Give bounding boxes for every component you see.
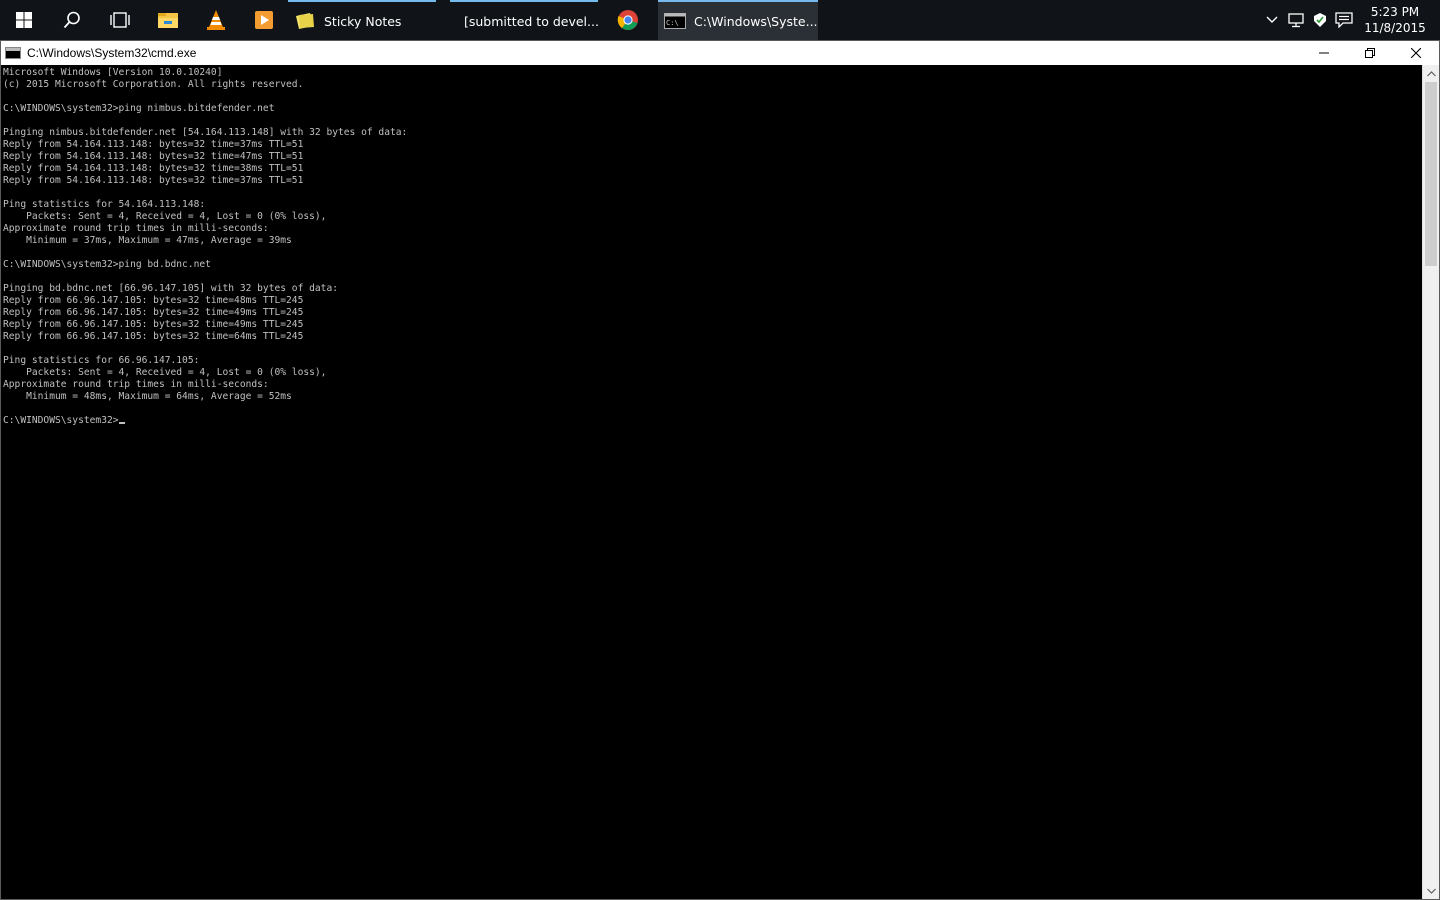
scroll-thumb[interactable] [1425, 82, 1437, 266]
windows-logo-icon [16, 12, 32, 28]
taskbar-app-label: [submitted to devel... [464, 13, 598, 29]
chevron-up-icon [1426, 70, 1436, 76]
cmd-window-icon[interactable] [5, 47, 21, 59]
text-cursor [118, 422, 125, 424]
chrome-icon [617, 10, 638, 30]
console-line: Reply from 66.96.147.105: bytes=32 time=… [3, 319, 304, 330]
notifications-icon [1335, 12, 1353, 28]
taskbar-app-chrome[interactable] [604, 0, 652, 40]
window-title: C:\Windows\System32\cmd.exe [27, 46, 197, 60]
console-line: Reply from 66.96.147.105: bytes=32 time=… [3, 331, 304, 342]
task-view-icon [110, 12, 130, 28]
taskbar-app-opera[interactable]: [submitted to devel... [450, 0, 598, 40]
console-line: Reply from 54.164.113.148: bytes=32 time… [3, 175, 304, 186]
clock[interactable]: 5:23 PM 11/8/2015 [1356, 4, 1440, 36]
clock-time: 5:23 PM [1370, 5, 1420, 19]
taskbar: Sticky Notes [submitted to devel... C:\ … [0, 0, 1440, 40]
folder-icon [158, 13, 178, 28]
action-center-button[interactable] [1332, 0, 1356, 40]
minimize-icon [1319, 52, 1329, 54]
svg-text:C:\: C:\ [666, 19, 679, 27]
console-line: Approximate round trip times in milli-se… [3, 223, 269, 234]
show-hidden-icons-button[interactable] [1260, 0, 1284, 40]
console-prompt: C:\WINDOWS\system32> [3, 415, 119, 426]
taskbar-app-file-explorer[interactable] [144, 0, 192, 40]
console-output[interactable]: Microsoft Windows [Version 10.0.10240] (… [1, 65, 1422, 899]
console-line: Packets: Sent = 4, Received = 4, Lost = … [3, 367, 327, 378]
scroll-down-button[interactable] [1423, 882, 1439, 899]
restore-icon [1365, 48, 1375, 58]
console-line: Approximate round trip times in milli-se… [3, 379, 269, 390]
window-controls [1301, 41, 1439, 65]
restore-button[interactable] [1347, 41, 1393, 65]
console-line: Pinging nimbus.bitdefender.net [54.164.1… [3, 127, 408, 138]
taskbar-app-cmd[interactable]: C:\ C:\Windows\Syste... [658, 0, 818, 40]
taskbar-app-label: C:\Windows\Syste... [694, 13, 818, 29]
console-line: (c) 2015 Microsoft Corporation. All righ… [3, 79, 304, 90]
search-button[interactable] [48, 0, 96, 40]
chevron-up-icon [1266, 16, 1278, 23]
console-line: Packets: Sent = 4, Received = 4, Lost = … [3, 211, 327, 222]
console-text: Microsoft Windows [Version 10.0.10240] (… [1, 65, 1422, 427]
console-line: Ping statistics for 66.96.147.105: [3, 355, 200, 366]
start-button[interactable] [0, 0, 48, 40]
chevron-down-icon [1426, 888, 1436, 894]
taskbar-app-vlc[interactable] [192, 0, 240, 40]
network-icon [1288, 13, 1304, 28]
window-titlebar[interactable]: C:\Windows\System32\cmd.exe [1, 41, 1439, 65]
console-line: Reply from 54.164.113.148: bytes=32 time… [3, 151, 304, 162]
vertical-scrollbar[interactable] [1422, 65, 1439, 899]
vlc-icon [207, 10, 225, 30]
console-line: Reply from 66.96.147.105: bytes=32 time=… [3, 307, 304, 318]
system-tray: 5:23 PM 11/8/2015 [1260, 0, 1440, 40]
console-line: Reply from 66.96.147.105: bytes=32 time=… [3, 295, 304, 306]
sticky-notes-icon [296, 13, 314, 29]
task-view-button[interactable] [96, 0, 144, 40]
media-player-icon [255, 11, 273, 29]
scroll-up-button[interactable] [1423, 65, 1439, 82]
console-line: Minimum = 48ms, Maximum = 64ms, Average … [3, 391, 292, 402]
network-tray-button[interactable] [1284, 0, 1308, 40]
console-line: Pinging bd.bdnc.net [66.96.147.105] with… [3, 283, 339, 294]
console-line: C:\WINDOWS\system32>ping bd.bdnc.net [3, 259, 211, 270]
search-icon [63, 11, 80, 29]
shield-check-icon [1314, 13, 1326, 27]
close-button[interactable] [1393, 41, 1439, 65]
console-line: Reply from 54.164.113.148: bytes=32 time… [3, 163, 304, 174]
console-line: Reply from 54.164.113.148: bytes=32 time… [3, 139, 304, 150]
taskbar-app-sticky-notes[interactable]: Sticky Notes [288, 0, 436, 40]
security-tray-button[interactable] [1308, 0, 1332, 40]
cmd-window: C:\Windows\System32\cmd.exe Microsoft Wi… [0, 40, 1440, 900]
taskbar-app-media-player[interactable] [240, 0, 288, 40]
console-line: Ping statistics for 54.164.113.148: [3, 199, 206, 210]
clock-date: 11/8/2015 [1364, 21, 1426, 35]
console-line: Minimum = 37ms, Maximum = 47ms, Average … [3, 235, 292, 246]
cmd-icon: C:\ [664, 13, 686, 29]
taskbar-app-label: Sticky Notes [324, 13, 402, 29]
minimize-button[interactable] [1301, 41, 1347, 65]
close-icon [1411, 48, 1421, 58]
console-line: Microsoft Windows [Version 10.0.10240] [3, 67, 223, 78]
console-line: C:\WINDOWS\system32>ping nimbus.bitdefen… [3, 103, 275, 114]
